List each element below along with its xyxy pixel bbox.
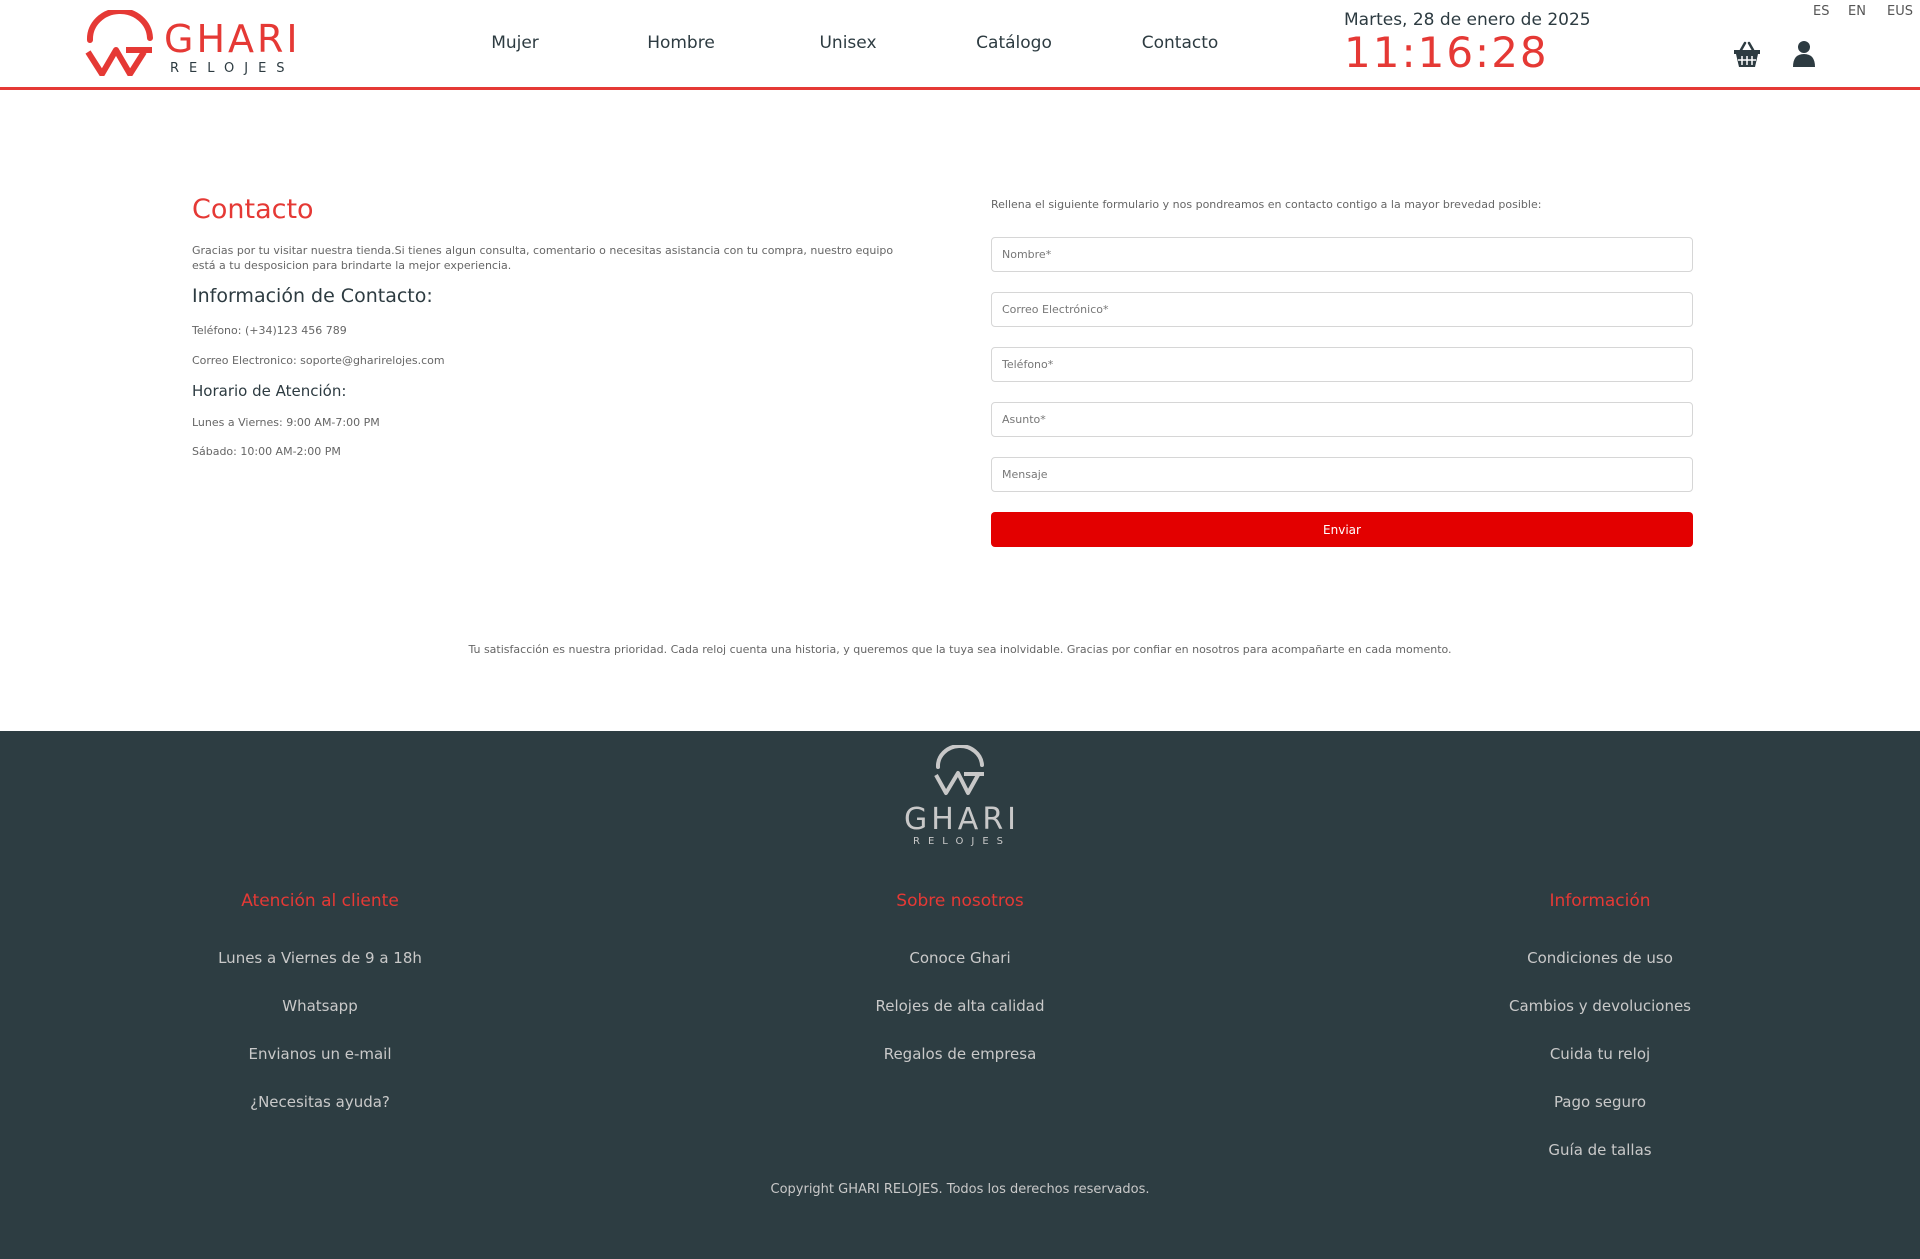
footer-brand-name: GHARI bbox=[904, 802, 1021, 837]
footer-link[interactable]: Envianos un e-mail bbox=[120, 1045, 520, 1063]
footer-logo-mark-icon bbox=[934, 745, 984, 795]
footer-heading: Sobre nosotros bbox=[896, 891, 1024, 911]
hours-weekdays: Lunes a Viernes: 9:00 AM-7:00 PM bbox=[192, 416, 380, 429]
message-field[interactable] bbox=[991, 457, 1693, 492]
current-time: 11:16:28 bbox=[1344, 28, 1549, 77]
lang-es[interactable]: ES bbox=[1813, 4, 1829, 19]
nav-catalogo[interactable]: Catálogo bbox=[976, 33, 1052, 53]
contact-phone: Teléfono: (+34)123 456 789 bbox=[192, 324, 347, 337]
subject-field[interactable] bbox=[991, 402, 1693, 437]
footer-link[interactable]: Guía de tallas bbox=[1400, 1141, 1800, 1159]
nav-hombre[interactable]: Hombre bbox=[647, 33, 715, 53]
satisfaction-note: Tu satisfacción es nuestra prioridad. Ca… bbox=[468, 643, 1452, 656]
footer-link[interactable]: Conoce Ghari bbox=[760, 949, 1160, 967]
nav-mujer[interactable]: Mujer bbox=[491, 33, 539, 53]
form-intro: Rellena el siguiente formulario y nos po… bbox=[991, 198, 1542, 211]
hours-saturday: Sábado: 10:00 AM-2:00 PM bbox=[192, 445, 341, 458]
contact-info-heading: Información de Contacto: bbox=[192, 285, 433, 307]
footer-brand-subtitle: RELOJES bbox=[913, 836, 1011, 847]
lang-en[interactable]: EN bbox=[1848, 4, 1866, 19]
footer-link[interactable]: Condiciones de uso bbox=[1400, 949, 1800, 967]
site-footer: GHARI RELOJES Atención al cliente Lunes … bbox=[0, 731, 1920, 1259]
footer-link[interactable]: Relojes de alta calidad bbox=[760, 997, 1160, 1015]
footer-link[interactable]: Lunes a Viernes de 9 a 18h bbox=[120, 949, 520, 967]
user-icon[interactable] bbox=[1792, 40, 1816, 68]
date-time-widget: Martes, 28 de enero de 2025 11:16:28 bbox=[1344, 10, 1591, 74]
current-date: Martes, 28 de enero de 2025 bbox=[1344, 10, 1591, 30]
footer-logo[interactable]: GHARI RELOJES bbox=[904, 745, 1016, 855]
footer-link[interactable]: Regalos de empresa bbox=[760, 1045, 1160, 1063]
page-title: Contacto bbox=[192, 194, 314, 225]
footer-heading: Información bbox=[1549, 891, 1651, 911]
copyright: Copyright GHARI RELOJES. Todos los derec… bbox=[770, 1182, 1150, 1197]
site-header: GHARI RELOJES Mujer Hombre Unisex Catálo… bbox=[0, 0, 1920, 90]
nav-contacto[interactable]: Contacto bbox=[1142, 33, 1219, 53]
name-field[interactable] bbox=[991, 237, 1693, 272]
opening-hours-heading: Horario de Atención: bbox=[192, 382, 347, 400]
email-field[interactable] bbox=[991, 292, 1693, 327]
brand-logo-mark-icon bbox=[85, 10, 153, 76]
footer-heading: Atención al cliente bbox=[241, 891, 399, 911]
contact-intro: Gracias por tu visitar nuestra tienda.Si… bbox=[192, 244, 894, 272]
send-button[interactable]: Enviar bbox=[991, 512, 1693, 547]
brand-subtitle: RELOJES bbox=[170, 61, 295, 76]
phone-field[interactable] bbox=[991, 347, 1693, 382]
lang-eus[interactable]: EUS bbox=[1887, 4, 1913, 19]
brand-logo[interactable]: GHARI RELOJES bbox=[82, 10, 302, 76]
footer-link[interactable]: Whatsapp bbox=[120, 997, 520, 1015]
contact-email: Correo Electronico: soporte@gharirelojes… bbox=[192, 354, 445, 367]
footer-link[interactable]: ¿Necesitas ayuda? bbox=[120, 1093, 520, 1111]
footer-link[interactable]: Cambios y devoluciones bbox=[1400, 997, 1800, 1015]
brand-name: GHARI bbox=[164, 17, 301, 61]
footer-link[interactable]: Cuida tu reloj bbox=[1400, 1045, 1800, 1063]
nav-unisex[interactable]: Unisex bbox=[819, 33, 876, 53]
footer-link[interactable]: Pago seguro bbox=[1400, 1093, 1800, 1111]
basket-icon[interactable] bbox=[1733, 40, 1761, 68]
